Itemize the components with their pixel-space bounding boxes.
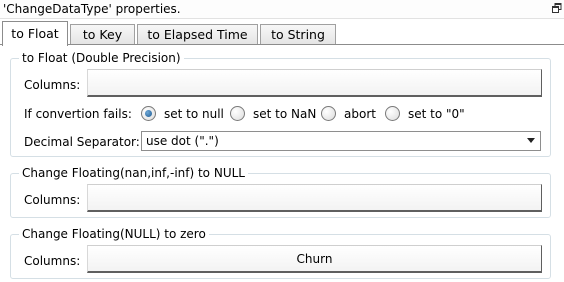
radio-abort-label[interactable]: abort [344,106,376,122]
radio-set-to-null[interactable] [141,106,156,121]
null-to-zero-columns-field[interactable]: Churn [87,245,542,273]
tab-to-elapsed-time[interactable]: to Elapsed Time [137,24,258,45]
radio-set-to-zero[interactable] [385,106,400,121]
chevron-down-icon[interactable] [527,138,535,143]
properties-title-bar: 'ChangeDataType' properties. [0,0,564,19]
radio-set-to-null-label[interactable]: set to null [164,106,224,122]
radio-set-to-nan[interactable] [230,106,245,121]
nan-to-null-columns-label: Columns: [24,193,81,207]
nan-to-null-group-title: Change Floating(nan,inf,-inf) to NULL [19,165,248,181]
to-float-group: to Float (Double Precision) Columns: If … [10,50,551,157]
restore-window-icon[interactable] [552,3,562,14]
radio-abort[interactable] [321,106,336,121]
null-to-zero-group-title: Change Floating(NULL) to zero [19,226,209,242]
to-float-columns-label: Columns: [24,78,81,92]
if-conversion-fails-label: If convertion fails: [24,107,132,121]
decimal-separator-value: use dot (".") [146,134,219,148]
window-title: 'ChangeDataType' properties. [3,2,181,16]
tab-to-string[interactable]: to String [260,24,336,45]
radio-set-to-zero-label[interactable]: set to "0" [408,106,465,122]
radio-set-to-nan-label[interactable]: set to NaN [253,106,316,122]
nan-to-null-group: Change Floating(nan,inf,-inf) to NULL Co… [10,165,551,218]
nan-to-null-columns-field[interactable] [87,184,542,212]
to-float-columns-field[interactable] [87,69,542,97]
tab-to-key[interactable]: to Key [70,24,135,45]
null-to-zero-group: Change Floating(NULL) to zero Columns: C… [10,226,551,279]
tab-to-float[interactable]: to Float [2,21,68,46]
tab-content-panel: to Float (Double Precision) Columns: If … [0,45,564,282]
null-to-zero-columns-label: Columns: [24,254,81,268]
to-float-group-title: to Float (Double Precision) [19,50,184,66]
tab-strip: to Float to Key to Elapsed Time to Strin… [0,21,564,46]
decimal-separator-label: Decimal Separator: [24,135,140,149]
decimal-separator-select[interactable]: use dot (".") [141,131,541,151]
